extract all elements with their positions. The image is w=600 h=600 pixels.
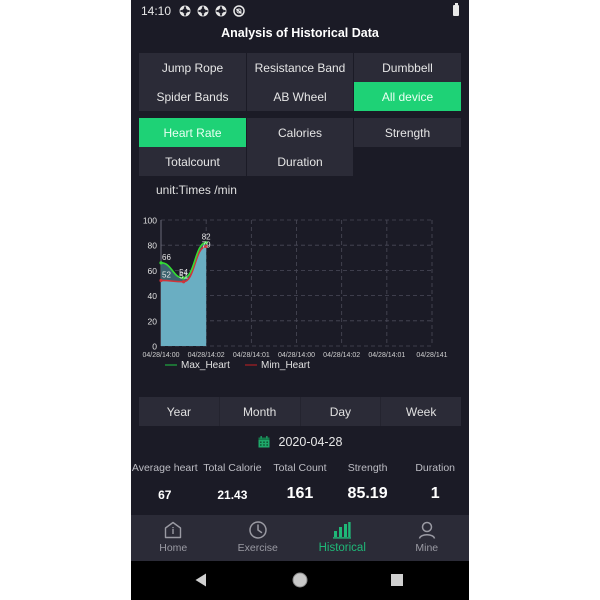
stat-average-heart: Average heart 67	[131, 462, 199, 503]
stat-total-count: Total Count 161	[266, 462, 334, 503]
device-tab-all-device[interactable]: All device	[354, 82, 461, 111]
x-tick-label: 04/28/14:02	[188, 352, 225, 359]
data-label: 51	[179, 272, 188, 281]
stat-strength: Strength 85.19	[334, 462, 402, 503]
y-tick-label: 20	[148, 316, 158, 326]
metric-tab-strength[interactable]: Strength	[354, 118, 461, 147]
device-tab-dumbbell[interactable]: Dumbbell	[354, 53, 461, 82]
data-label: 79	[202, 240, 211, 249]
page-title: Analysis of Historical Data	[221, 26, 379, 40]
stat-value: 85.19	[347, 485, 388, 502]
y-tick-label: 40	[148, 291, 158, 301]
device-tab-resistance-band[interactable]: Resistance Band	[247, 53, 353, 82]
status-bar: 14:10	[131, 0, 469, 22]
metric-tab-calories[interactable]: Calories	[247, 118, 353, 147]
sync-icon	[215, 5, 227, 17]
calendar-icon	[258, 436, 270, 448]
period-selector: Year Month Day Week	[139, 397, 461, 426]
accessibility-icon	[233, 5, 245, 17]
battery-icon	[453, 3, 459, 16]
home-icon	[165, 521, 182, 539]
tab-historical[interactable]: Historical	[300, 515, 385, 561]
data-label: 52	[162, 270, 171, 279]
stat-value: 67	[158, 488, 172, 502]
stat-label: Average heart	[131, 462, 198, 474]
y-tick-label: 80	[148, 241, 158, 251]
stat-value: 1	[430, 485, 440, 502]
x-tick-label: 04/28/14:01	[368, 352, 405, 359]
clock-icon	[249, 521, 267, 539]
legend-label: Mim_Heart	[261, 360, 310, 371]
recents-icon[interactable]	[391, 574, 403, 586]
x-tick-label: 04/28/14:00	[278, 352, 315, 359]
tab-mine[interactable]: Mine	[385, 515, 470, 561]
stat-duration: Duration 1	[401, 462, 469, 503]
metric-tab-heart-rate[interactable]: Heart Rate	[139, 118, 246, 147]
period-tab-year[interactable]: Year	[139, 397, 220, 426]
user-icon	[418, 521, 435, 539]
tab-label: Historical	[318, 542, 366, 554]
x-tick-label: 04/28/14:02	[323, 352, 360, 359]
date-value: 2020-04-28	[278, 435, 343, 449]
stat-value: 21.43	[217, 488, 248, 502]
tab-exercise[interactable]: Exercise	[216, 515, 301, 561]
metric-tab-totalcount[interactable]: Totalcount	[139, 147, 246, 176]
tab-label: Mine	[415, 542, 439, 554]
stat-label: Total Count	[273, 462, 327, 474]
period-tab-day[interactable]: Day	[301, 397, 382, 426]
x-tick-label: 04/28/141	[416, 352, 447, 359]
period-tab-week[interactable]: Week	[381, 397, 461, 426]
stat-label: Total Calorie	[203, 462, 262, 474]
x-tick-label: 04/28/14:01	[233, 352, 270, 359]
y-tick-label: 100	[143, 216, 157, 226]
device-tab-spider-bands[interactable]: Spider Bands	[139, 82, 246, 111]
data-label: 66	[162, 253, 171, 262]
tab-label: Home	[159, 542, 188, 554]
sync-icon	[197, 5, 209, 17]
heart-rate-chart: 0 20 40 60 80 100 04/28/14:00 04/28/14:02 04/28/…	[143, 216, 448, 372]
period-tab-month[interactable]: Month	[220, 397, 301, 426]
y-tick-label: 60	[148, 266, 158, 276]
stat-label: Duration	[415, 462, 456, 474]
date-picker[interactable]: 2020-04-28	[131, 433, 469, 451]
device-tab-jump-rope[interactable]: Jump Rope	[139, 53, 246, 82]
system-nav-bar	[131, 561, 469, 600]
unit-label: unit:Times /min	[156, 183, 237, 197]
legend-label: Max_Heart	[181, 360, 230, 371]
home-circle-icon[interactable]	[292, 572, 308, 588]
tab-label: Exercise	[237, 542, 278, 554]
stat-value: 161	[286, 485, 314, 502]
device-tab-ab-wheel[interactable]: AB Wheel	[247, 82, 353, 111]
tab-home[interactable]: Home	[131, 515, 216, 561]
x-tick-label: 04/28/14:00	[143, 352, 180, 359]
summary-stats: Average heart 67 Total Calorie 21.43 Tot…	[131, 462, 469, 503]
sync-icon	[179, 5, 191, 17]
y-tick-label: 0	[152, 342, 157, 352]
phone-screen: 14:10 Analysis of Historical Data Jump R…	[131, 0, 469, 600]
stat-total-calorie: Total Calorie 21.43	[199, 462, 267, 503]
status-time: 14:10	[141, 4, 172, 18]
bar-chart-icon	[333, 522, 352, 539]
metric-tab-duration[interactable]: Duration	[247, 147, 353, 176]
back-icon[interactable]	[195, 573, 207, 587]
stat-label: Strength	[347, 462, 388, 474]
bottom-tab-bar: Home Exercise Historical Mine	[131, 515, 469, 561]
